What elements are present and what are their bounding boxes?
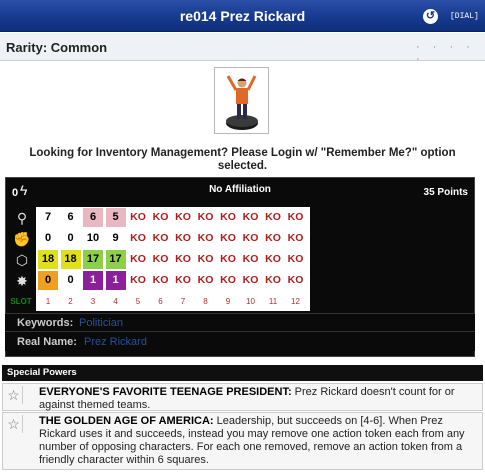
dial-cell: KO [287,211,304,223]
slot-number[interactable]: 3 [83,294,103,310]
real-name-label: Real Name: [17,336,77,348]
dial-cell: KO [152,232,169,244]
dial-cell: KO [265,274,281,286]
dial-cell: 0 [67,232,74,244]
page-title: re014 Prez Rickard [179,8,306,24]
dial-cell: KO [152,211,169,223]
dial-cell: 6 [83,208,103,227]
dial-cell: 0 [44,232,52,244]
dial-cell: KO [287,232,304,244]
rarity-bar: Rarity: Common · · · · · [0,33,485,65]
dial-cell: 10 [86,232,100,244]
keywords-row: Keywords: Politician [5,313,475,331]
keywords-label: Keywords: [17,317,74,329]
dial-cell: KO [197,232,214,244]
slot-number[interactable]: 7 [173,294,193,310]
dial-cell: KO [242,274,259,286]
dial-cell: KO [197,211,214,223]
dial-grid: 7 6 6 5 KO KO KO KO KO KO KO KO 0 0 10 9 KO KO KO KO KO KO KO K… [10,207,310,311]
dial-cell: KO [130,211,146,223]
real-name-link[interactable]: Prez Rickard [84,336,147,348]
team-affiliation: No Affiliation [209,184,271,195]
keyword-link[interactable]: Politician [79,317,123,329]
special-power-text: THE GOLDEN AGE OF AMERICA: Leadership, b… [39,415,476,467]
dial-cell: KO [152,274,169,286]
undo-arrow-icon[interactable]: ↺ [423,9,438,24]
special-powers-heading: Special Powers [2,365,483,381]
special-power-text: EVERYONE'S FAVORITE TEENAGE PRESIDENT: P… [39,386,476,412]
slot-number[interactable]: 2 [61,294,81,310]
slot-number[interactable]: 5 [128,294,148,310]
dial-cell: KO [175,253,191,265]
dial-cell: KO [175,232,191,244]
dial-header: 0 ϟ No Affiliation 35 Points [6,178,474,205]
star-icon[interactable]: ☆ [5,415,23,433]
point-value: 35 Points [423,187,468,198]
speed-icon: ⚲ [16,210,28,226]
dial-cell: 5 [105,208,126,227]
power-name: EVERYONE'S FAVORITE TEENAGE PRESIDENT: [39,386,292,398]
dial-cell: KO [242,232,259,244]
dial-cell: KO [130,274,146,286]
slot-number[interactable]: 11 [263,294,283,310]
dial-cell: 17 [83,250,103,269]
dial-cell: KO [175,211,191,223]
dial-cell: 17 [105,250,126,269]
dial-cell: 0 [67,274,74,286]
dial-cell: KO [287,253,304,265]
dial-cell: KO [265,253,281,265]
slot-number[interactable]: 9 [218,294,238,310]
slot-number[interactable]: 10 [241,294,261,310]
dial-cell: KO [197,253,214,265]
slot-number[interactable]: 1 [38,294,58,310]
dial-cell: 18 [38,250,58,269]
dial-cell: 6 [67,211,74,223]
dial-cell: KO [220,253,236,265]
dial-cell: 9 [112,232,119,244]
dial-cell: KO [265,232,281,244]
star-icon[interactable]: ☆ [5,386,23,404]
special-power-item: ☆ THE GOLDEN AGE OF AMERICA: Leadership,… [2,412,483,470]
dial-cell: KO [130,232,146,244]
dial-cell: KO [220,232,236,244]
dial-cell: 1 [83,271,103,290]
power-name: THE GOLDEN AGE OF AMERICA: [39,415,214,427]
title-bar: re014 Prez Rickard ↺ [DIAL] [0,0,485,32]
dial-cell: KO [242,211,259,223]
inventory-notice: Looking for Inventory Management? Please… [29,147,456,172]
attack-icon: ✊ [13,231,31,247]
slot-number[interactable]: 6 [151,294,171,310]
rating-dots[interactable]: · · · · · [416,41,485,65]
dial-cell: KO [175,274,191,286]
rarity-label: Rarity: Common [6,40,108,55]
dial-cell: KO [130,253,146,265]
special-power-item: ☆ EVERYONE'S FAVORITE TEENAGE PRESIDENT:… [2,383,483,411]
slot-number[interactable]: 8 [196,294,216,310]
damage-icon: ✸ [16,273,28,289]
defense-icon: ⬡ [15,252,29,268]
real-name-row: Real Name: Prez Rickard [5,331,475,351]
dial-cell: 1 [105,271,126,290]
slot-number[interactable]: 12 [286,294,306,310]
dial-cell: KO [152,253,169,265]
dial-cell: 7 [44,211,52,223]
slot-number[interactable]: 4 [106,294,126,310]
dial-cell: KO [242,253,259,265]
dial-cell: KO [220,211,236,223]
dial-cell: 18 [60,250,81,269]
dial-cell: KO [220,274,236,286]
dial-link[interactable]: [DIAL] [450,12,479,21]
slot-label: SLOT [10,297,32,306]
figure-image[interactable] [214,67,269,134]
dial-cell: 0 [38,271,58,290]
dial-cell: KO [287,274,304,286]
dial-cell: KO [265,211,281,223]
dial-cell: KO [197,274,214,286]
